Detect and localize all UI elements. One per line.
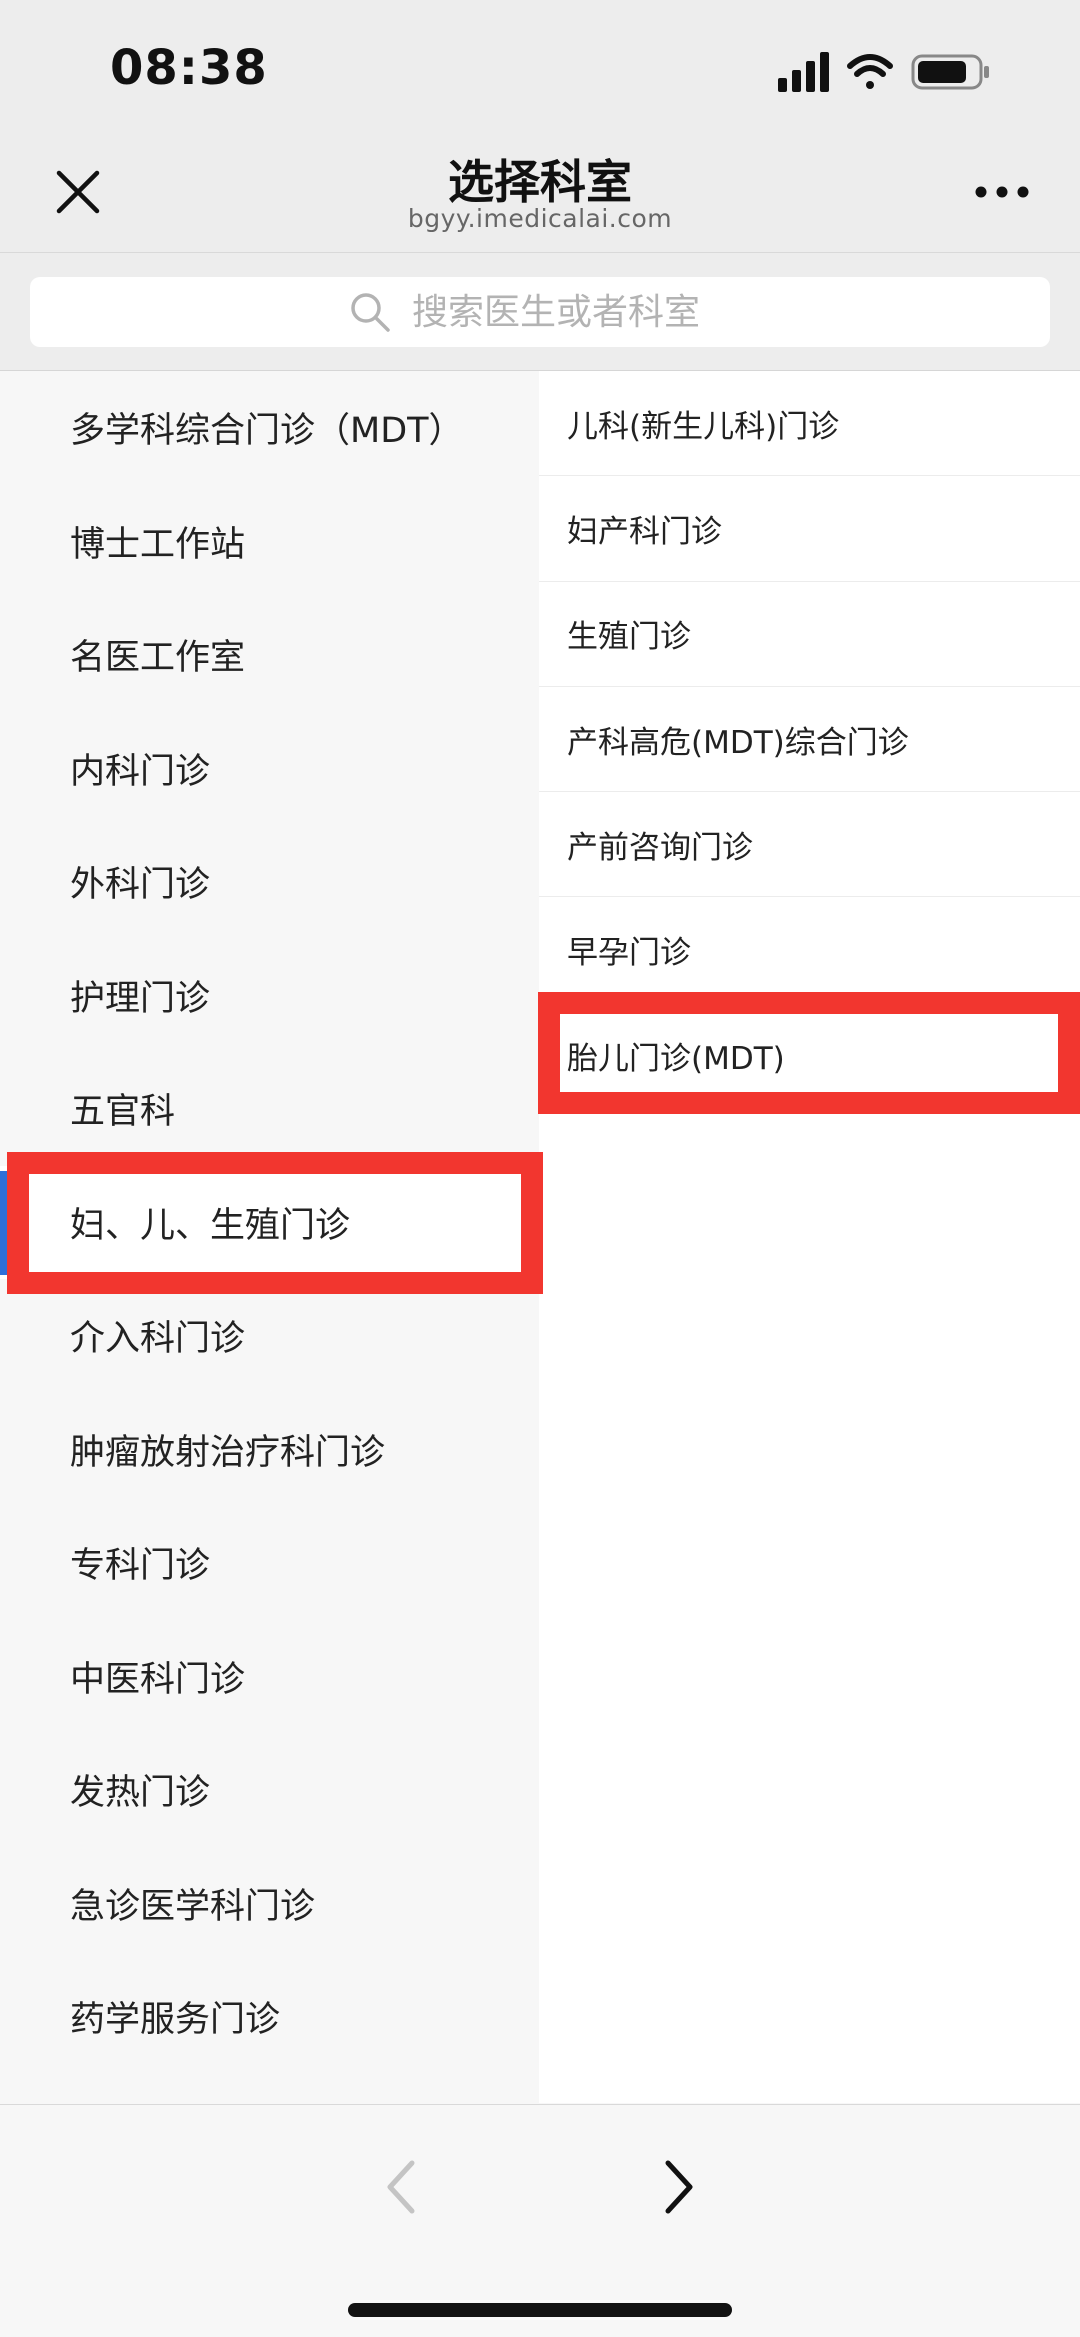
home-indicator [348,2303,732,2317]
header: 选择科室 bgyy.imedicalai.com [0,130,1080,253]
status-bar: 08:38 [0,0,1080,130]
sub-department-item[interactable]: 儿科(新生儿科)门诊 [539,371,1080,477]
department-item[interactable]: 药学服务门诊 [0,1960,539,2074]
search-box[interactable] [30,277,1050,347]
signal-icon [778,52,829,92]
chevron-right-icon [665,2160,693,2214]
page-title: 选择科室 [448,155,632,209]
sub-department-item[interactable]: 产科高危(MDT)综合门诊 [539,687,1080,793]
department-item[interactable]: 多学科综合门诊（MDT） [0,371,539,485]
more-button[interactable] [964,160,1040,224]
chevron-left-icon [387,2160,415,2214]
department-item[interactable]: 五官科 [0,1052,539,1166]
status-time: 08:38 [110,40,268,96]
department-item[interactable]: 专科门诊 [0,1506,539,1620]
department-item[interactable]: 发热门诊 [0,1733,539,1847]
department-item[interactable]: 中医科门诊 [0,1620,539,1734]
department-item[interactable]: 急诊医学科门诊 [0,1847,539,1961]
back-button[interactable] [360,2147,440,2227]
sub-department-item[interactable]: 早孕门诊 [539,897,1080,1003]
department-item[interactable]: 内科门诊 [0,712,539,826]
sub-department-list: 儿科(新生儿科)门诊 妇产科门诊 生殖门诊 产科高危(MDT)综合门诊 产前咨询门诊 早孕… [539,371,1080,2103]
sub-department-item[interactable]: 生殖门诊 [539,582,1080,687]
department-item[interactable]: 护理门诊 [0,939,539,1053]
forward-button[interactable] [640,2147,720,2227]
battery-icon [911,54,989,90]
department-list: 多学科综合门诊（MDT） 博士工作站 名医工作室 内科门诊 外科门诊 护理门诊 五官科 妇、儿… [0,371,539,2103]
department-item[interactable]: 博士工作站 [0,485,539,599]
search-input[interactable] [412,291,732,333]
search-bar [0,253,1080,371]
more-icon [975,186,1029,198]
sub-department-item[interactable]: 妇产科门诊 [539,476,1080,582]
sub-department-item[interactable]: 产前咨询门诊 [539,792,1080,898]
bottom-toolbar [0,2104,1080,2337]
sub-department-item[interactable]: 胎儿门诊(MDT) [539,1003,1080,1108]
department-item[interactable]: 妇、儿、生殖门诊 [0,1165,539,1279]
department-item[interactable]: 介入科门诊 [0,1279,539,1393]
page-subtitle: bgyy.imedicalai.com [407,204,673,233]
department-item[interactable]: 名医工作室 [0,598,539,712]
department-item[interactable]: 肿瘤放射治疗科门诊 [0,1393,539,1507]
search-icon [351,293,390,332]
wifi-icon [847,54,893,89]
status-icons [778,52,989,92]
department-item[interactable]: 外科门诊 [0,825,539,939]
app-root: 08:38 选择科室 bgyy.imedicalai.com 搜索医生或者科室 … [0,0,1080,2337]
